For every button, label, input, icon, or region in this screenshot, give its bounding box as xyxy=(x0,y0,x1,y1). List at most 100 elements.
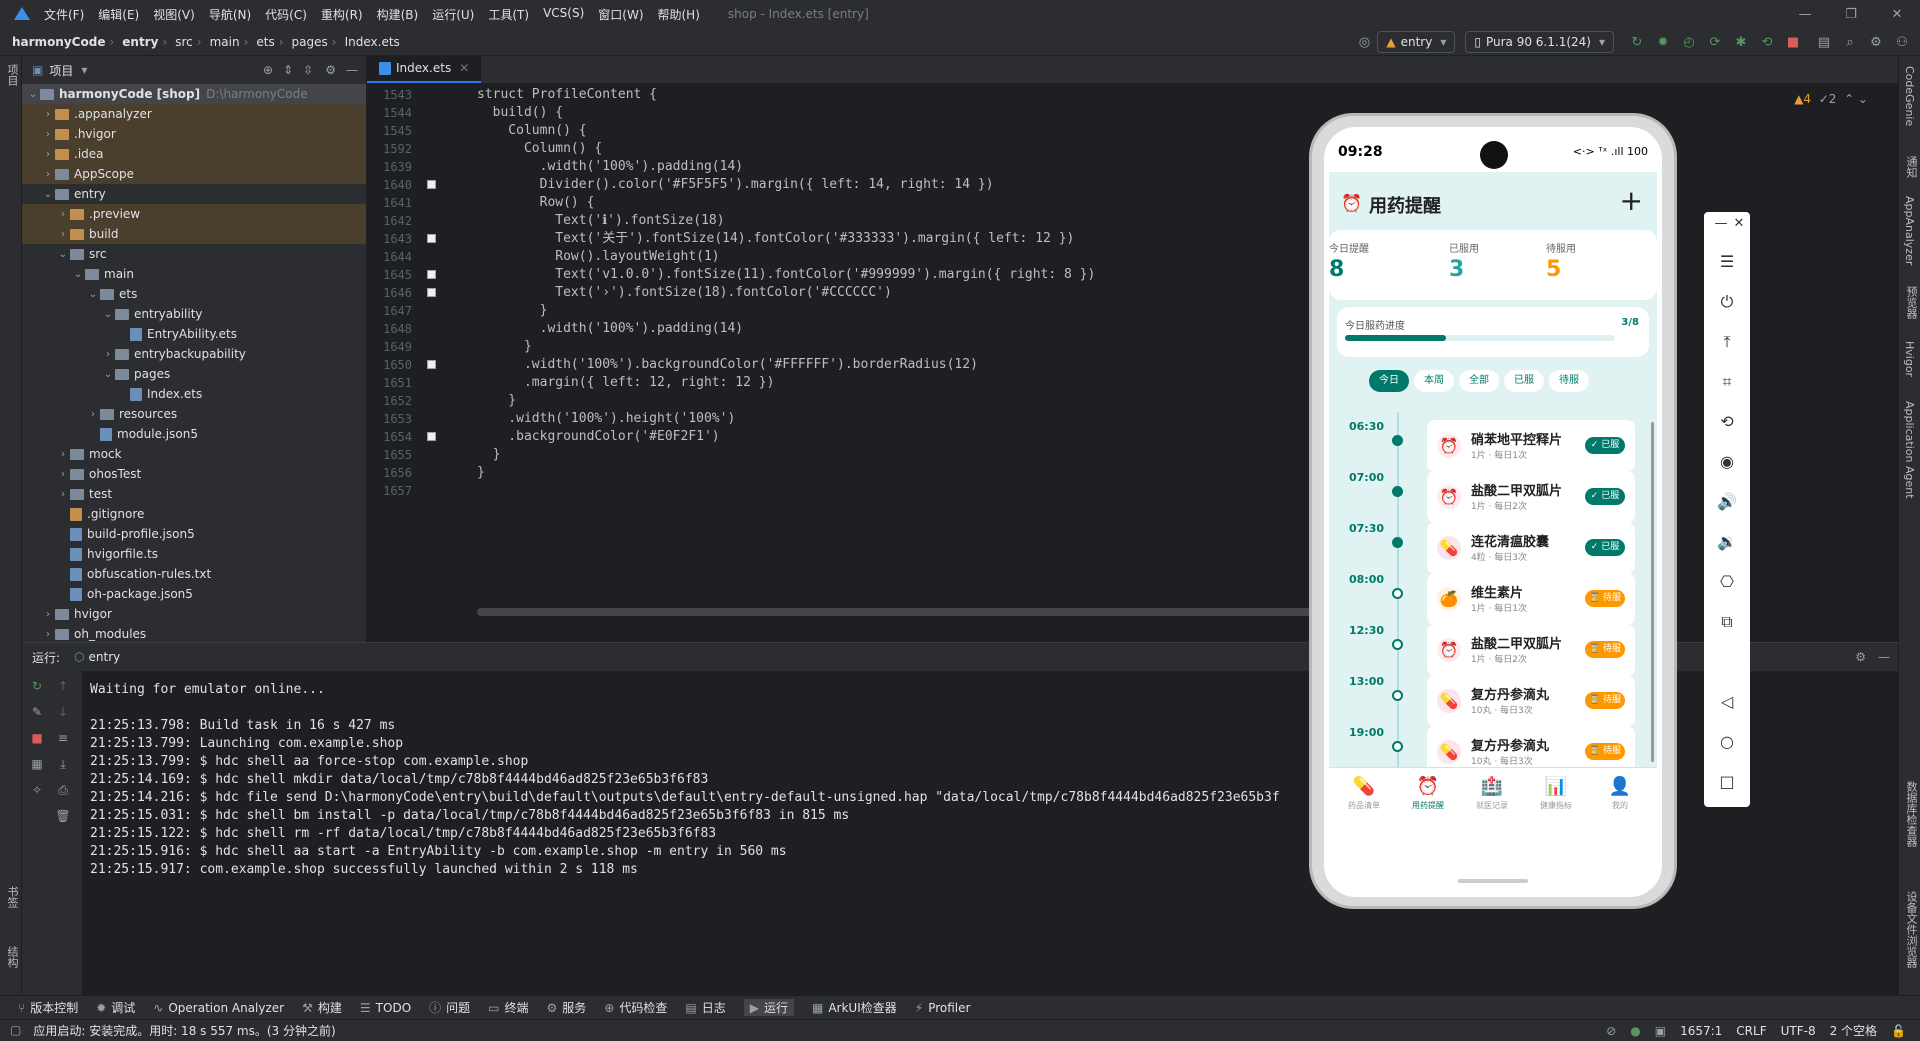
chevron-right-icon[interactable]: › xyxy=(56,449,70,460)
chevron-right-icon[interactable]: › xyxy=(56,209,70,220)
med-card[interactable]: 🍊 维生素片 1片 · 每日1次 ⌛ 待服 xyxy=(1427,573,1635,625)
status-badge[interactable]: ⌛ 待服 xyxy=(1585,641,1625,658)
menu-item[interactable]: 编辑(E) xyxy=(98,6,139,23)
close-emulator-icon[interactable]: ✕ xyxy=(1716,216,1762,231)
chevron-down-icon[interactable]: ⌄ xyxy=(41,189,55,200)
tree-item[interactable]: ⌄ entryability xyxy=(22,304,366,324)
locate-icon[interactable]: ◎ xyxy=(1354,32,1374,52)
emulator-screen[interactable]: 09:28 <·> ᵀˣ .ıll 100 ⏰ 用药提醒 + 今日提醒 8 已服用… xyxy=(1324,127,1662,897)
tree-item[interactable]: › hvigor xyxy=(22,604,366,624)
screenshot-icon[interactable]: ◉ xyxy=(1704,452,1750,471)
wrench-icon[interactable]: ✎ xyxy=(28,705,46,723)
line-separator[interactable]: CRLF xyxy=(1736,1024,1766,1038)
tree-item[interactable]: › .hvigor xyxy=(22,124,366,144)
recent-apps-icon[interactable]: □ xyxy=(1704,772,1750,791)
tree-item[interactable]: Index.ets xyxy=(22,384,366,404)
settings-icon[interactable]: ⚙ xyxy=(1866,32,1886,52)
menu-item[interactable]: 重构(R) xyxy=(321,6,363,23)
tree-item[interactable]: ⌄ src xyxy=(22,244,366,264)
breadcrumb-item[interactable]: pages xyxy=(292,35,328,49)
debug-icon[interactable]: ✹ xyxy=(1653,32,1673,52)
bottom-tool-3[interactable]: ⚒ 构建 xyxy=(302,999,342,1016)
app-tab[interactable]: 📊 健康指标 xyxy=(1526,776,1586,811)
tree-item[interactable]: › oh_modules xyxy=(22,624,366,644)
apply-changes-icon[interactable]: ⟳ xyxy=(1705,32,1725,52)
volume-down-icon[interactable]: 🔉 xyxy=(1704,532,1750,551)
gear-icon[interactable]: ⚙ xyxy=(1855,650,1866,664)
breadcrumb-item[interactable]: entry xyxy=(122,35,158,49)
tool-window-database[interactable]: 数据库检查器 xyxy=(1903,781,1919,847)
restart-icon[interactable]: ↻ xyxy=(1627,32,1647,52)
tree-item[interactable]: obfuscation-rules.txt xyxy=(22,564,366,584)
app-tab[interactable]: 🏥 就医记录 xyxy=(1462,776,1522,811)
med-card[interactable]: ⏰ 盐酸二甲双胍片 1片 · 每日2次 ✓ 已服 xyxy=(1427,471,1635,523)
minimize-window-button[interactable]: — xyxy=(1782,0,1828,28)
stop-icon[interactable]: ■ xyxy=(28,731,46,749)
bottom-tool-9[interactable]: ▤ 日志 xyxy=(685,999,725,1016)
menu-item[interactable]: 运行(U) xyxy=(432,6,474,23)
color-marker-icon[interactable] xyxy=(427,180,436,189)
menu-item[interactable]: 帮助(H) xyxy=(658,6,700,23)
tool-window-application-agent[interactable]: Application Agent xyxy=(1903,401,1916,499)
tree-item[interactable]: ⌄ harmonyCode [shop] D:\harmonyCode xyxy=(22,84,366,104)
app-tab[interactable]: 👤 我的 xyxy=(1590,776,1650,811)
tool-window-device-files[interactable]: 设备文件浏览器 xyxy=(1903,891,1919,968)
run-config-tab[interactable]: entry xyxy=(89,650,121,664)
scroll-end-icon[interactable]: ⤓ xyxy=(54,757,72,775)
module-combo[interactable]: ▲ entry ▾ xyxy=(1377,31,1456,53)
bottom-tool-5[interactable]: ⓘ 问题 xyxy=(429,999,470,1016)
filter-chip[interactable]: 今日 xyxy=(1369,370,1409,392)
chevron-right-icon[interactable]: › xyxy=(41,129,55,140)
bottom-tool-12[interactable]: ⚡ Profiler xyxy=(915,1001,971,1015)
tool-window-notifications[interactable]: 通知 xyxy=(1903,156,1919,178)
tool-window-project[interactable]: 项目 xyxy=(4,64,20,86)
status-badge[interactable]: ⌛ 待服 xyxy=(1585,590,1625,607)
hide-panel-icon[interactable]: — xyxy=(1878,650,1890,664)
home-icon[interactable]: ○ xyxy=(1704,732,1750,751)
menu-item[interactable]: 代码(C) xyxy=(265,6,307,23)
med-card[interactable]: 💊 复方丹参滴丸 10丸 · 每日3次 ⌛ 待服 xyxy=(1427,726,1635,767)
project-panel-title[interactable]: 项目 xyxy=(49,62,73,79)
menu-item[interactable]: 窗口(W) xyxy=(598,6,643,23)
chevron-right-icon[interactable]: › xyxy=(41,109,55,120)
chevron-right-icon[interactable]: › xyxy=(56,229,70,240)
chevron-right-icon[interactable]: › xyxy=(41,629,55,640)
notifications-icon[interactable]: ▣ xyxy=(1655,1024,1666,1038)
add-reminder-button[interactable]: + xyxy=(1620,186,1643,216)
gear-icon[interactable]: ⚙ xyxy=(325,63,336,77)
device-combo[interactable]: ▯ Pura 90 6.1.1(24) ▾ xyxy=(1465,31,1614,53)
tree-item[interactable]: oh-package.json5 xyxy=(22,584,366,604)
chevron-down-icon[interactable]: ⌄ xyxy=(71,269,85,280)
tool-window-structure[interactable]: 结构 xyxy=(4,946,20,968)
status-badge[interactable]: ✓ 已服 xyxy=(1585,539,1625,556)
resize-icon[interactable]: ⧉ xyxy=(1704,612,1750,632)
menu-item[interactable]: 工具(T) xyxy=(488,6,529,23)
reload-icon[interactable]: ⟲ xyxy=(1757,32,1777,52)
tool-window-hvigor[interactable]: Hvigor xyxy=(1903,341,1916,377)
lock-icon[interactable]: 🔓 xyxy=(1891,1024,1906,1038)
bottom-tool-11[interactable]: ▦ ArkUI检查器 xyxy=(812,999,897,1016)
bottom-tool-2[interactable]: ∿ Operation Analyzer xyxy=(153,1001,284,1015)
hide-panel-icon[interactable]: — xyxy=(346,63,358,77)
filter-chip[interactable]: 待服 xyxy=(1549,370,1589,392)
home-indicator[interactable] xyxy=(1458,879,1528,883)
shake-icon[interactable]: ⎔ xyxy=(1704,572,1750,591)
tool-window-bookmarks[interactable]: 书签 xyxy=(4,886,20,908)
timeline-scrollbar[interactable] xyxy=(1651,422,1654,762)
breadcrumb-item[interactable]: main xyxy=(210,35,240,49)
med-card[interactable]: 💊 复方丹参滴丸 10丸 · 每日3次 ⌛ 待服 xyxy=(1427,675,1635,727)
layout-icon[interactable]: ▦ xyxy=(28,757,46,775)
chevron-right-icon[interactable]: › xyxy=(56,469,70,480)
med-card[interactable]: 💊 连花清瘟胶囊 4粒 · 每日3次 ✓ 已服 xyxy=(1427,522,1635,574)
locate-file-icon[interactable]: ⊕ xyxy=(263,63,273,77)
caret-position[interactable]: 1657:1 xyxy=(1680,1024,1722,1038)
filter-chip[interactable]: 本周 xyxy=(1414,370,1454,392)
chevron-down-icon[interactable]: ⌄ xyxy=(101,309,115,320)
scroll-up-icon[interactable]: ↑ xyxy=(54,679,72,697)
status-panel-icon[interactable]: ▢ xyxy=(10,1023,21,1037)
tool-window-codegenie[interactable]: CodeGenie xyxy=(1903,66,1916,126)
tool-window-appanalyzer[interactable]: AppAnalyzer xyxy=(1903,196,1916,265)
collapse-all-icon[interactable]: ⇳ xyxy=(303,63,313,77)
tree-item[interactable]: ⌄ main xyxy=(22,264,366,284)
chevron-down-icon[interactable]: ⌄ xyxy=(56,249,70,260)
